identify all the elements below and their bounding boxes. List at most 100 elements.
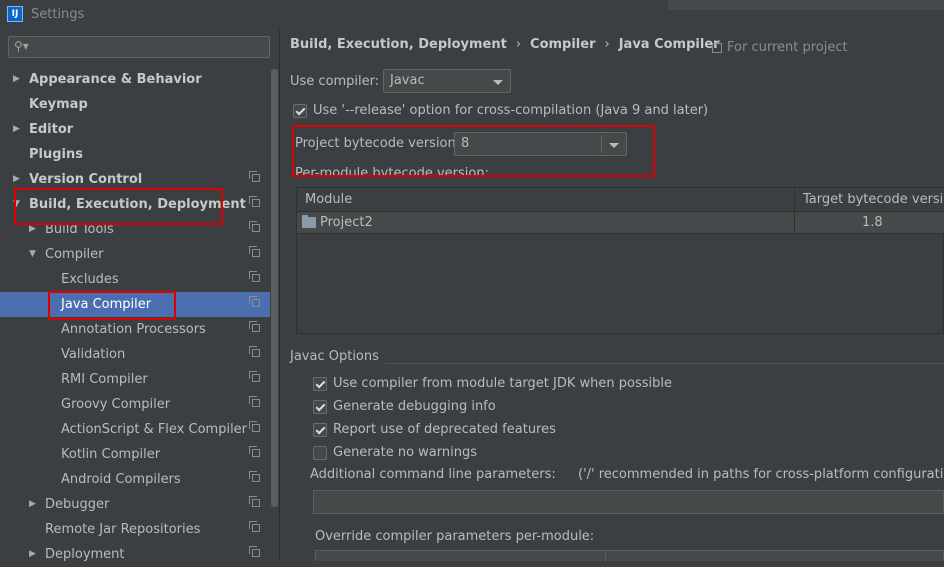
sidebar-item-label: Editor xyxy=(29,122,74,137)
sidebar-scrollbar[interactable] xyxy=(271,69,278,507)
sidebar-item-label: Debugger xyxy=(45,497,110,512)
chevron-right-icon[interactable]: ▶ xyxy=(29,492,36,517)
debugging-info-checkbox[interactable] xyxy=(313,400,327,414)
column-divider xyxy=(605,551,606,562)
use-compiler-label: Use compiler: xyxy=(290,74,380,89)
sidebar-item-deployment[interactable]: ▶ Deployment xyxy=(0,542,270,567)
section-separator xyxy=(385,363,944,364)
additional-params-label: Additional command line parameters: xyxy=(310,467,556,482)
title-bar: IJ Settings xyxy=(0,0,944,30)
search-icon: ⚲▾ xyxy=(14,39,29,53)
project-bytecode-select[interactable]: 8 xyxy=(454,132,627,156)
project-scope-icon xyxy=(249,446,260,457)
project-bytecode-label: Project bytecode version: xyxy=(295,136,461,151)
column-divider xyxy=(794,212,795,234)
highlight-build-execution xyxy=(14,188,223,225)
column-header-target[interactable]: Target bytecode version xyxy=(803,192,944,207)
sidebar-item-plugins[interactable]: Plugins xyxy=(0,142,270,167)
project-scope-icon xyxy=(249,321,260,332)
sidebar-item-kotlin-compiler[interactable]: Kotlin Compiler xyxy=(0,442,270,467)
override-params-table[interactable] xyxy=(315,550,944,562)
additional-params-hint: ('/' recommended in paths for cross-plat… xyxy=(578,467,944,482)
project-scope-icon xyxy=(249,371,260,382)
sidebar-item-label: Keymap xyxy=(29,97,88,112)
title-bar-strip xyxy=(668,0,944,10)
for-current-project-note: For current project xyxy=(712,40,848,55)
release-option-label: Use '--release' option for cross-compila… xyxy=(313,103,709,118)
use-compiler-select[interactable]: Javac xyxy=(383,69,511,93)
no-warnings-label: Generate no warnings xyxy=(333,445,478,460)
highlight-java-compiler xyxy=(48,291,176,320)
release-option-checkbox[interactable] xyxy=(293,104,307,118)
table-row[interactable]: Project2 1.8 xyxy=(297,212,944,234)
column-divider[interactable] xyxy=(794,188,795,212)
sidebar-item-label: Plugins xyxy=(29,147,83,162)
table-header: Module Target bytecode version xyxy=(297,188,944,212)
chevron-right-icon[interactable]: ▶ xyxy=(29,542,36,567)
module-folder-icon xyxy=(302,215,316,228)
sidebar-item-label: Kotlin Compiler xyxy=(61,447,161,462)
no-warnings-checkbox[interactable] xyxy=(313,446,327,460)
chevron-right-icon[interactable]: ▶ xyxy=(13,67,20,92)
module-bytecode-table[interactable]: Module Target bytecode version Project2 … xyxy=(296,187,944,334)
sidebar-item-label: Remote Jar Repositories xyxy=(45,522,201,537)
panel-divider[interactable] xyxy=(279,30,280,561)
chevron-down-icon xyxy=(493,80,503,85)
sidebar-item-label: Excludes xyxy=(61,272,119,287)
sidebar-item-compiler[interactable]: ▼ Compiler xyxy=(0,242,270,267)
project-scope-icon xyxy=(712,42,722,53)
override-params-label: Override compiler parameters per-module: xyxy=(315,529,595,544)
project-scope-icon xyxy=(249,246,260,257)
sidebar-item-label: Compiler xyxy=(45,247,104,262)
project-scope-icon xyxy=(249,471,260,482)
sidebar-item-annotation-processors[interactable]: Annotation Processors xyxy=(0,317,270,342)
project-scope-icon xyxy=(249,521,260,532)
project-scope-icon xyxy=(249,496,260,507)
breadcrumb-part-3: Java Compiler xyxy=(618,37,720,52)
target-version[interactable]: 1.8 xyxy=(862,215,883,230)
sidebar-item-editor[interactable]: ▶ Editor xyxy=(0,117,270,142)
sidebar-item-validation[interactable]: Validation xyxy=(0,342,270,367)
project-scope-icon xyxy=(249,171,260,182)
chevron-right-icon[interactable]: ▶ xyxy=(13,117,20,142)
chevron-down-icon[interactable]: ▼ xyxy=(29,242,36,267)
sidebar-item-label: Validation xyxy=(61,347,126,362)
combo-separator xyxy=(601,135,602,153)
sidebar-item-label: Deployment xyxy=(45,547,125,562)
deprecated-features-checkbox[interactable] xyxy=(313,423,327,437)
additional-params-input[interactable] xyxy=(313,490,944,514)
project-scope-icon xyxy=(249,396,260,407)
for-current-project-label: For current project xyxy=(727,40,848,55)
sidebar-item-label: Annotation Processors xyxy=(61,322,206,337)
breadcrumb: Build, Execution, Deployment › Compiler › Ja… xyxy=(290,37,720,52)
breadcrumb-part-1[interactable]: Build, Execution, Deployment xyxy=(290,37,507,52)
sidebar-item-actionscript-compiler[interactable]: ActionScript & Flex Compiler xyxy=(0,417,270,442)
sidebar-item-rmi-compiler[interactable]: RMI Compiler xyxy=(0,367,270,392)
sidebar-item-label: RMI Compiler xyxy=(61,372,148,387)
sidebar-item-label: Android Compilers xyxy=(61,472,181,487)
breadcrumb-part-2[interactable]: Compiler xyxy=(530,37,595,52)
project-scope-icon xyxy=(249,546,260,557)
sidebar-item-debugger[interactable]: ▶ Debugger xyxy=(0,492,270,517)
sidebar-item-excludes[interactable]: Excludes xyxy=(0,267,270,292)
sidebar-item-groovy-compiler[interactable]: Groovy Compiler xyxy=(0,392,270,417)
use-module-jdk-label: Use compiler from module target JDK when… xyxy=(333,376,672,391)
sidebar-item-android-compilers[interactable]: Android Compilers xyxy=(0,467,270,492)
sidebar-item-label: Groovy Compiler xyxy=(61,397,171,412)
breadcrumb-separator: › xyxy=(604,37,610,52)
per-module-label: Per-module bytecode version: xyxy=(295,166,489,175)
project-bytecode-value: 8 xyxy=(461,136,470,151)
column-header-module[interactable]: Module xyxy=(305,192,352,207)
sidebar-item-keymap[interactable]: Keymap xyxy=(0,92,270,117)
javac-options-heading: Javac Options xyxy=(290,349,379,364)
sidebar-item-appearance[interactable]: ▶ Appearance & Behavior xyxy=(0,67,270,92)
use-module-jdk-checkbox[interactable] xyxy=(313,377,327,391)
deprecated-features-label: Report use of deprecated features xyxy=(333,422,556,437)
chevron-down-icon xyxy=(609,143,619,148)
sidebar-item-label: ActionScript & Flex Compiler xyxy=(61,422,248,437)
sidebar-item-label: Appearance & Behavior xyxy=(29,72,202,87)
sidebar-item-remote-jar[interactable]: Remote Jar Repositories xyxy=(0,517,270,542)
project-scope-icon xyxy=(249,296,260,307)
settings-search-input[interactable]: ⚲▾ xyxy=(8,36,270,58)
module-name: Project2 xyxy=(320,215,373,230)
